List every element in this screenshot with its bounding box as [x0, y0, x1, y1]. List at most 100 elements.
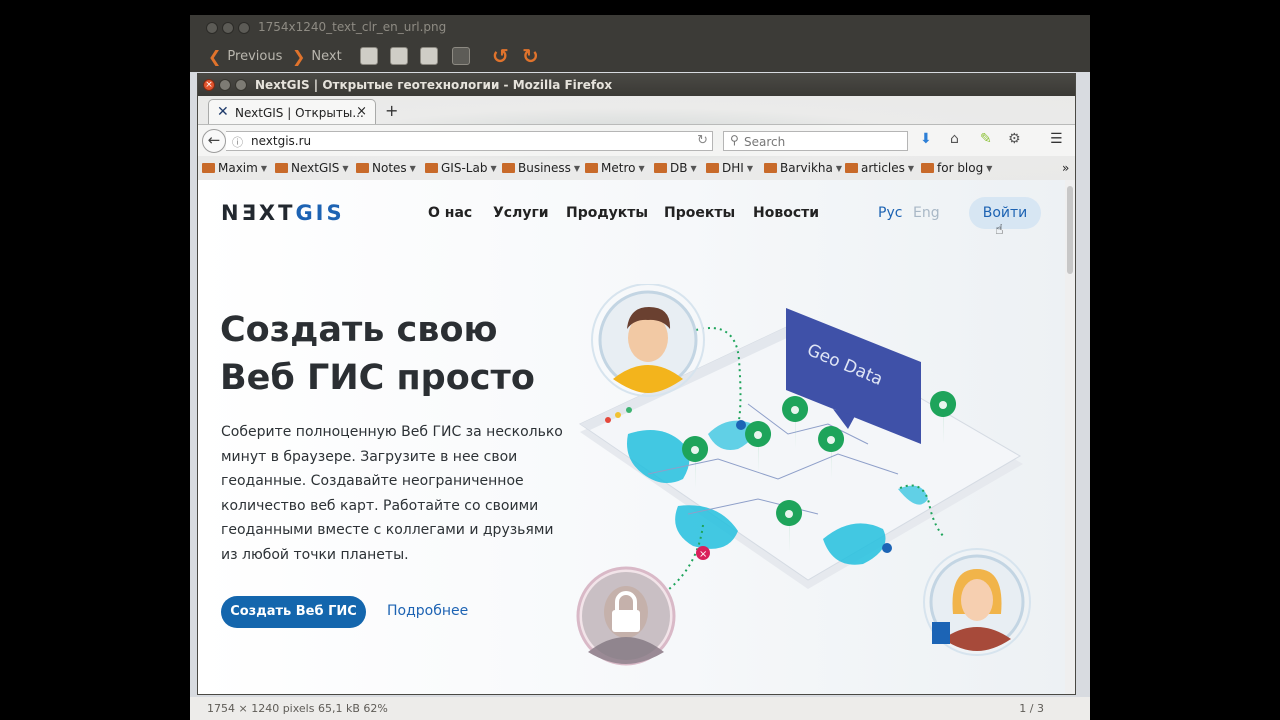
- webpage: NƎXTGIS О нас Услуги Продукты Проекты Но…: [198, 180, 1065, 694]
- folder-icon: [356, 163, 369, 173]
- zoom-normal-icon[interactable]: [420, 47, 438, 65]
- nav-news[interactable]: Новости: [753, 205, 819, 221]
- dropdown-arrow-icon: ▼: [986, 163, 993, 173]
- dropdown-arrow-icon: ▼: [907, 163, 915, 173]
- bookmark-folder[interactable]: Maxim ▼: [202, 161, 267, 175]
- folder-icon: [764, 163, 777, 173]
- minimize-icon[interactable]: [219, 79, 231, 91]
- dropdown-arrow-icon: ▼: [638, 163, 645, 173]
- next-button[interactable]: ❯ Next: [292, 46, 342, 66]
- info-icon[interactable]: ⓘ: [232, 134, 243, 150]
- pencil-icon[interactable]: ✎: [980, 131, 992, 147]
- bookmark-label: Metro: [601, 161, 636, 175]
- hero-title: Создать свою Веб ГИС просто: [220, 306, 600, 402]
- viewer-title: 1754x1240_text_clr_en_url.png: [258, 20, 447, 34]
- bookmark-label: DHI: [722, 161, 744, 175]
- folder-icon: [845, 163, 858, 173]
- previous-button[interactable]: ❮ Previous: [208, 46, 282, 66]
- bookmark-folder[interactable]: Notes ▼: [356, 161, 416, 175]
- bookmark-folder[interactable]: Metro ▼: [585, 161, 645, 175]
- image-info: 1754 × 1240 pixels 65,1 kB 62%: [207, 702, 388, 715]
- new-tab-button[interactable]: +: [385, 101, 398, 120]
- bookmark-label: Notes: [372, 161, 407, 175]
- tab-close-icon[interactable]: ×: [356, 104, 367, 119]
- download-icon[interactable]: ⬇: [920, 131, 932, 147]
- dropdown-arrow-icon: ▼: [490, 163, 497, 173]
- rotate-left-icon[interactable]: ↺: [492, 44, 509, 68]
- scrollbar-thumb[interactable]: [1067, 186, 1073, 274]
- url-bar[interactable]: ⓘ nextgis.ru ↻: [226, 131, 713, 151]
- rotate-right-icon[interactable]: ↻: [522, 44, 539, 68]
- next-label: Next: [311, 48, 342, 64]
- bookmark-folder[interactable]: Business ▼: [502, 161, 580, 175]
- viewer-titlebar: 1754x1240_text_clr_en_url.png: [190, 15, 1090, 40]
- search-box[interactable]: ⚲ Search: [723, 131, 908, 151]
- previous-label: Previous: [227, 48, 283, 64]
- menu-icon[interactable]: ☰: [1050, 131, 1063, 147]
- chevron-left-icon: ❮: [208, 46, 222, 66]
- lang-ru[interactable]: Рус: [878, 205, 902, 221]
- bookmark-folder[interactable]: DB ▼: [654, 161, 697, 175]
- nav-products[interactable]: Продукты: [566, 205, 648, 221]
- folder-icon: [654, 163, 667, 173]
- avatar-woman-face: [961, 579, 993, 621]
- navigation-bar: ← ⓘ nextgis.ru ↻ ⚲ Search ⬇ ⌂ ✎ ⚙ ☰: [198, 124, 1075, 156]
- folder-icon: [425, 163, 438, 173]
- bookmark-folder[interactable]: for blog ▼: [921, 161, 992, 175]
- close-window-button[interactable]: [206, 22, 218, 34]
- folder-icon: [275, 163, 288, 173]
- logo-gis: GIS: [295, 201, 345, 225]
- zoom-in-icon[interactable]: [360, 47, 378, 65]
- denied-x-text: ×: [699, 549, 707, 560]
- login-button[interactable]: Войти: [969, 197, 1041, 229]
- nav-projects[interactable]: Проекты: [664, 205, 735, 221]
- bookmark-label: articles: [861, 161, 905, 175]
- bookmark-folder[interactable]: Barvikha ▼: [764, 161, 842, 175]
- extension-icon[interactable]: ⚙: [1008, 131, 1021, 147]
- url-text: nextgis.ru: [251, 134, 312, 148]
- document-icon: [932, 622, 950, 644]
- firefox-window: × NextGIS | Открытые геотехнологии - Moz…: [197, 73, 1076, 695]
- tab-nextgis[interactable]: ✕ NextGIS | Открыты... ×: [208, 99, 376, 124]
- more-link[interactable]: Подробнее: [387, 603, 468, 619]
- connector-dot: [736, 420, 746, 430]
- home-icon[interactable]: ⌂: [950, 131, 959, 147]
- folder-icon: [585, 163, 598, 173]
- lock-icon: [612, 610, 640, 632]
- bookmarks-overflow-button[interactable]: »: [1062, 161, 1069, 175]
- folder-icon: [502, 163, 515, 173]
- screen: 1754x1240_text_clr_en_url.png ❮ Previous…: [0, 0, 1280, 720]
- best-fit-icon[interactable]: [452, 47, 470, 65]
- dropdown-arrow-icon: ▼: [342, 163, 349, 173]
- logo-text: NƎXT: [221, 201, 296, 225]
- dropdown-arrow-icon: ▼: [573, 163, 581, 173]
- nav-about[interactable]: О нас: [428, 205, 472, 221]
- bookmark-folder[interactable]: NextGIS ▼: [275, 161, 349, 175]
- page-scrollbar[interactable]: [1065, 180, 1075, 694]
- zoom-out-icon[interactable]: [390, 47, 408, 65]
- connector-dot: [882, 543, 892, 553]
- hero-title-line2: Веб ГИС просто: [220, 358, 535, 398]
- close-icon[interactable]: ×: [203, 79, 215, 91]
- nav-services[interactable]: Услуги: [493, 205, 549, 221]
- map-dot-yellow: [615, 412, 621, 418]
- bookmark-folder[interactable]: articles ▼: [845, 161, 914, 175]
- maximize-window-button[interactable]: [238, 22, 250, 34]
- dropdown-arrow-icon: ▼: [260, 163, 267, 173]
- bookmark-folder[interactable]: GIS-Lab ▼: [425, 161, 497, 175]
- folder-icon: [921, 163, 934, 173]
- bookmark-folder[interactable]: DHI ▼: [706, 161, 753, 175]
- lang-en[interactable]: Eng: [913, 205, 940, 221]
- nextgis-logo[interactable]: NƎXTGIS: [221, 201, 345, 225]
- back-button[interactable]: ←: [202, 129, 226, 153]
- firefox-window-title: NextGIS | Открытые геотехнологии - Mozil…: [255, 78, 613, 92]
- reload-icon[interactable]: ↻: [697, 133, 708, 148]
- bookmark-label: DB: [670, 161, 688, 175]
- image-counter: 1 / 3: [1019, 702, 1044, 715]
- dropdown-arrow-icon: ▼: [409, 163, 416, 173]
- maximize-icon[interactable]: [235, 79, 247, 91]
- hero-title-line1: Создать свою: [220, 310, 498, 350]
- bookmark-label: Maxim: [218, 161, 258, 175]
- create-webgis-button[interactable]: Создать Веб ГИС: [221, 596, 366, 628]
- minimize-window-button[interactable]: [222, 22, 234, 34]
